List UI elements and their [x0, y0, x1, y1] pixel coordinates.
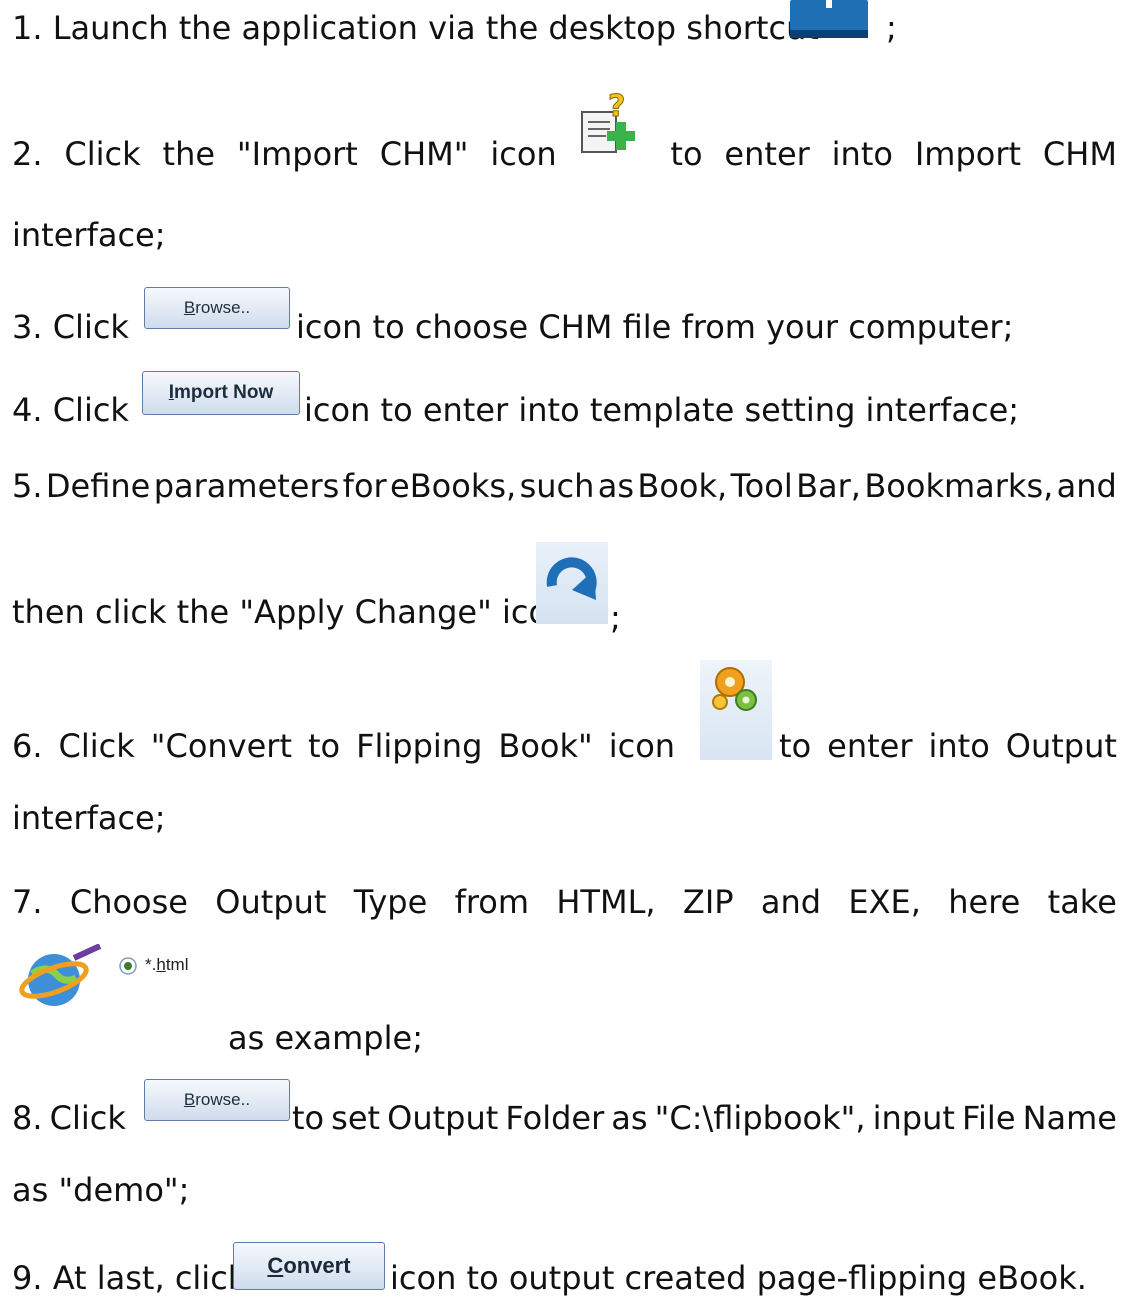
import-now-button[interactable]: Import Now [142, 371, 300, 415]
step-5-end: ; [610, 599, 621, 637]
word: Type [353, 883, 428, 921]
word: HTML, [556, 883, 656, 921]
svg-text:?: ? [608, 92, 625, 124]
word: to [291, 1099, 325, 1137]
step-4-pre: 4. Click [12, 391, 129, 429]
step-1-text: 1. Launch the application via the deskto… [12, 9, 819, 47]
step-6-cont: interface; [12, 799, 166, 837]
browse-label-rest: rowse.. [195, 1090, 251, 1109]
browse-button[interactable]: Browse.. [144, 287, 290, 329]
word: icon [608, 727, 676, 765]
word: icon [490, 135, 557, 173]
step-5: 5. Define parameters for eBooks, such as… [12, 466, 1117, 506]
word: from [454, 883, 530, 921]
step-9-pre: 9. At last, click [12, 1259, 247, 1297]
gears-icon[interactable] [700, 660, 772, 760]
globe-pen-icon [16, 943, 106, 1018]
html-radio[interactable] [118, 956, 138, 976]
word: and [760, 883, 822, 921]
word: "C:\flipbook", [654, 1099, 866, 1137]
step-7-cont: as example; [228, 1019, 423, 1057]
word: CHM [1042, 135, 1117, 173]
word: Bar, [796, 467, 861, 505]
word: Flipping [356, 727, 483, 765]
word: Output [215, 883, 327, 921]
step-1-end: ; [886, 9, 897, 47]
word: eBooks, [390, 467, 517, 505]
word: input [872, 1099, 955, 1137]
word: 2. [12, 135, 43, 173]
step-3-pre: 3. Click [12, 308, 129, 346]
convert-label-initial: C [267, 1253, 284, 1278]
word: as [611, 1099, 648, 1137]
step-6: 6. Click "Convert to Flipping Book" icon… [12, 726, 1117, 766]
book-icon [788, 0, 870, 40]
word: into [831, 135, 893, 173]
word: Click [58, 727, 135, 765]
convert-label-rest: onvert [283, 1253, 351, 1278]
word: as [597, 467, 635, 505]
step-3-post: icon to choose CHM file from your comput… [296, 308, 1014, 346]
word: enter [724, 135, 810, 173]
word: to [779, 727, 812, 765]
radio-label-suffix: tml [165, 955, 189, 974]
word: ZIP [682, 883, 734, 921]
radio-label-underlined: h [156, 955, 166, 974]
word: EXE, [848, 883, 921, 921]
word: 6. [12, 727, 43, 765]
step-7: 7. Choose Output Type from HTML, ZIP and… [12, 882, 1117, 922]
word: Book" [498, 727, 593, 765]
step-4-post: icon to enter into template setting inte… [304, 391, 1020, 429]
word: Define [45, 467, 151, 505]
word: the [162, 135, 216, 173]
word: Tool [730, 467, 793, 505]
step-2: 2. Click the "Import CHM" icon to enter … [12, 134, 1117, 174]
word: Book, [637, 467, 728, 505]
step-9-post: icon to output created page-flipping eBo… [390, 1259, 1087, 1297]
word: take [1047, 883, 1117, 921]
step-2-cont: interface; [12, 216, 166, 254]
step-1: 1. Launch the application via the deskto… [12, 8, 1117, 48]
word: CHM" [379, 135, 469, 173]
document-question-plus-icon[interactable]: ? [578, 89, 644, 158]
browse-output-button[interactable]: Browse.. [144, 1079, 290, 1121]
word: enter [827, 727, 913, 765]
word: such [519, 467, 595, 505]
word: File [961, 1099, 1016, 1137]
step-8-cont: as "demo"; [12, 1171, 190, 1209]
html-radio-label: *.html [145, 955, 188, 975]
browse-label-initial: B [183, 298, 196, 317]
word: into [928, 727, 990, 765]
word: Click [49, 1099, 126, 1137]
browse-label-initial: B [183, 1090, 196, 1109]
word: Choose [69, 883, 188, 921]
word: to [307, 727, 341, 765]
word: 5. [12, 467, 43, 505]
step-5-cont: then click the "Apply Change" icon [12, 593, 569, 631]
word: Import [914, 135, 1022, 173]
word: "Convert [150, 727, 292, 765]
word: 7. [12, 883, 43, 921]
word: here [948, 883, 1021, 921]
word: Output [1005, 727, 1117, 765]
import-label-rest: mport Now [174, 382, 274, 403]
word: Folder [505, 1099, 605, 1137]
word: for [342, 467, 387, 505]
word: set [331, 1099, 381, 1137]
word: 8. [12, 1099, 43, 1137]
radio-label-prefix: *. [145, 955, 157, 974]
word: Bookmarks, [864, 467, 1054, 505]
word: and [1056, 467, 1117, 505]
convert-button[interactable]: Convert [233, 1242, 385, 1290]
browse-label-rest: rowse.. [195, 298, 251, 317]
word: parameters [153, 467, 340, 505]
word: Click [64, 135, 141, 173]
word: Name [1022, 1099, 1117, 1137]
word: to [670, 135, 703, 173]
word: "Import [236, 135, 358, 173]
refresh-arrow-icon[interactable] [536, 542, 608, 624]
word: Output [387, 1099, 499, 1137]
